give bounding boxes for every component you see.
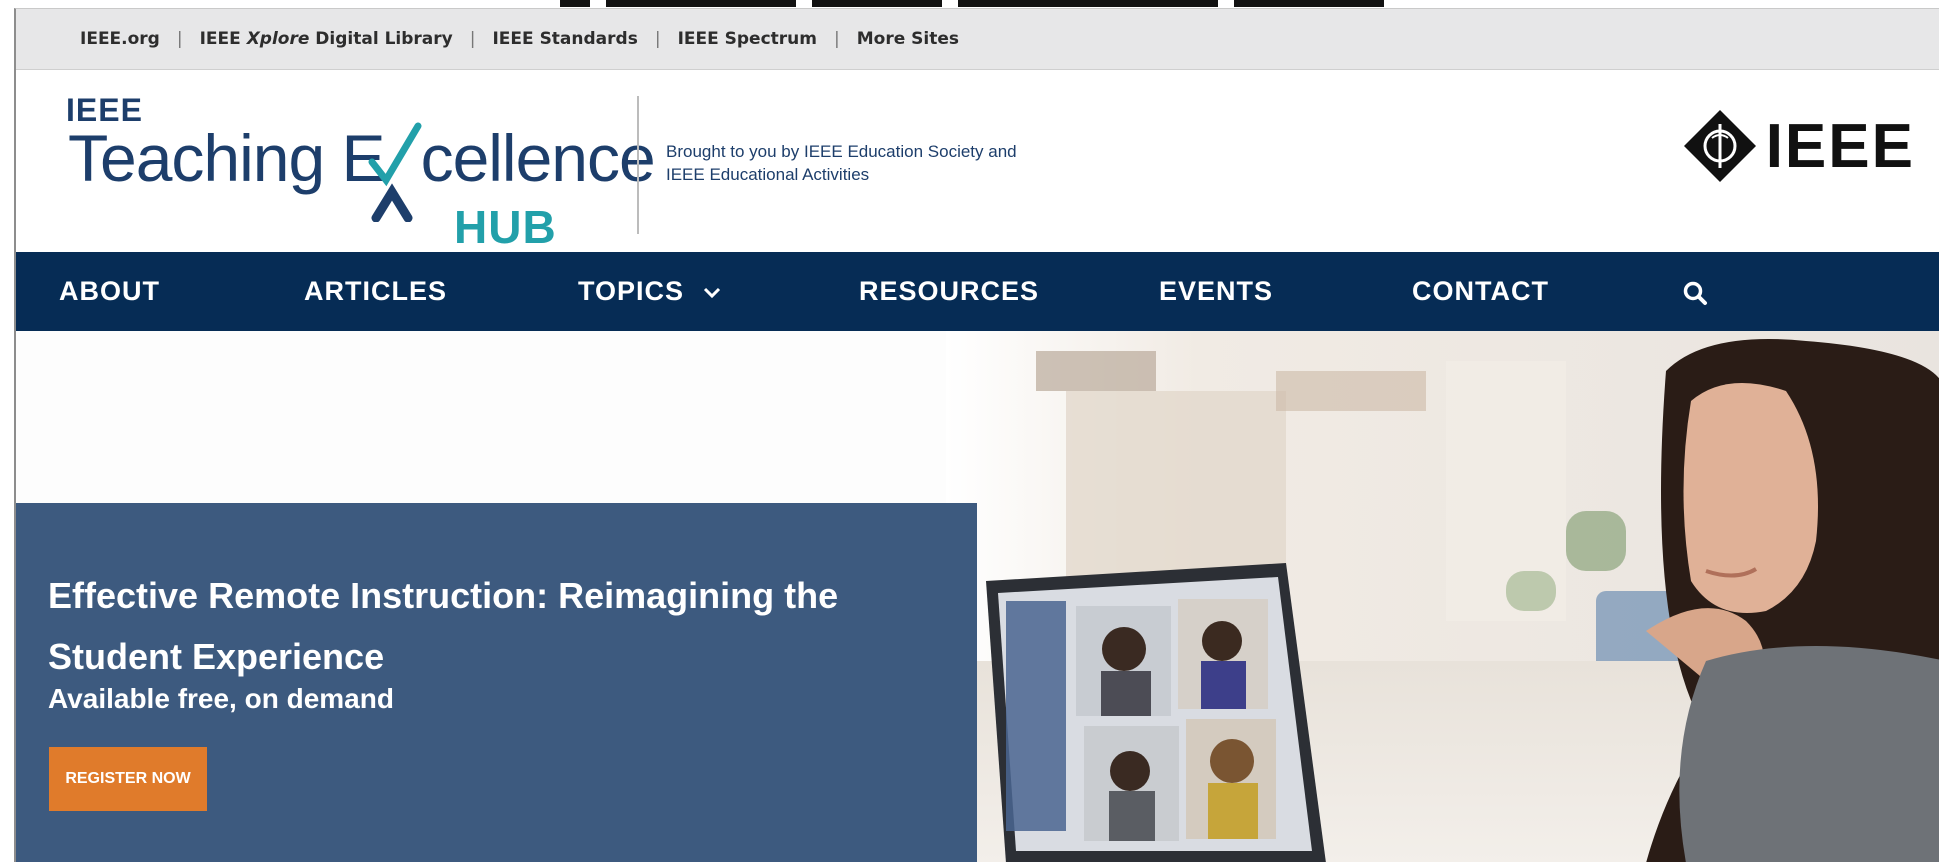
nav-resources[interactable]: RESOURCES	[859, 252, 1039, 331]
ieee-spectrum-link[interactable]: IEEE Spectrum	[678, 29, 817, 49]
search-button[interactable]	[1682, 252, 1708, 331]
ieee-diamond-icon	[1683, 110, 1756, 182]
separator: |	[834, 29, 840, 49]
page-frame: IEEE.org | IEEE Xplore Digital Library |…	[14, 8, 1939, 862]
cropped-top-strip	[0, 0, 1939, 8]
logo-cellence: cellence	[420, 121, 656, 195]
xplore-italic: Xplore	[246, 29, 310, 49]
separator: |	[654, 29, 661, 49]
teaching-excellence-hub-logo[interactable]: IEEE Teaching Ecellence HUB	[66, 92, 656, 253]
xplore-prefix: IEEE	[199, 29, 247, 49]
hero-photo-remote-learning	[946, 331, 1939, 862]
logo-hub-text: HUB	[454, 201, 557, 253]
nav-contact[interactable]: CONTACT	[1412, 252, 1549, 331]
search-icon	[1683, 281, 1707, 305]
more-sites-link[interactable]: More Sites	[857, 29, 959, 49]
utility-bar: IEEE.org | IEEE Xplore Digital Library |…	[16, 9, 1939, 70]
logo-teaching-e: Teaching E	[68, 121, 386, 195]
nav-articles[interactable]: ARTICLES	[304, 252, 447, 331]
register-now-button[interactable]: REGISTER NOW	[49, 747, 207, 811]
ieee-xplore-link[interactable]: IEEE Xplore Digital Library	[200, 29, 453, 49]
nav-topics-label: TOPICS	[578, 276, 685, 306]
checkmark-x-icon	[368, 122, 422, 222]
hero-subtitle: Available free, on demand	[48, 683, 394, 714]
separator: |	[469, 29, 476, 49]
header-divider	[637, 96, 639, 234]
ieee-master-brand[interactable]: IEEE	[1682, 108, 1915, 184]
hero-card: Effective Remote Instruction: Reimaginin…	[16, 503, 977, 862]
logo-teaching-excellence-text: Teaching E cellence	[68, 120, 656, 196]
hero-banner: Effective Remote Instruction: Reimaginin…	[16, 331, 1939, 862]
header-tagline: Brought to you by IEEE Education Society…	[666, 142, 1017, 184]
main-nav: ABOUT ARTICLES TOPICS RESOURCES EVENTS C…	[16, 252, 1939, 331]
ieee-org-link[interactable]: IEEE.org	[80, 29, 160, 49]
brand-header: IEEE Teaching E cellence HUB Brought to y…	[16, 70, 1939, 253]
separator: |	[176, 29, 183, 49]
chevron-down-icon	[703, 287, 720, 298]
nav-events[interactable]: EVENTS	[1159, 252, 1273, 331]
nav-topics[interactable]: TOPICS	[578, 252, 721, 331]
hero-title: Effective Remote Instruction: Reimaginin…	[48, 575, 839, 677]
ieee-wordmark: IEEE	[1765, 111, 1915, 181]
nav-about[interactable]: ABOUT	[59, 252, 160, 331]
utility-links: IEEE.org | IEEE Xplore Digital Library |…	[80, 9, 959, 69]
xplore-suffix: Digital Library	[309, 29, 453, 49]
ieee-standards-link[interactable]: IEEE Standards	[492, 29, 637, 49]
